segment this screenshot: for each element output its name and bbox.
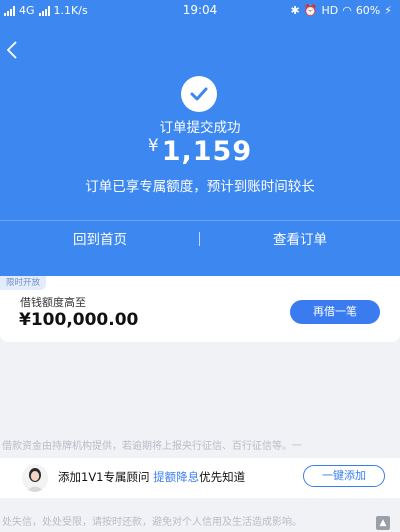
alarm-icon: ⏰	[303, 4, 318, 17]
limited-time-tag: 限时开放	[0, 276, 47, 290]
credit-limit-amount: ¥100,000.00	[19, 310, 139, 330]
borrow-again-button[interactable]: 再借一笔	[290, 300, 380, 324]
disclaimer: 借款资金由持牌机构提供，若逾期将上报央行征信、百行征信等。一	[2, 441, 302, 452]
amount-value: 1,159	[161, 136, 253, 167]
arrival-notice: 订单已享专属额度，预计到账时间较长	[85, 179, 315, 195]
add-advisor-button[interactable]: 一键添加	[303, 465, 385, 487]
order-amount: ¥1,159	[0, 136, 400, 167]
success-title: 订单提交成功	[159, 120, 241, 136]
bluetooth-icon: ✱	[290, 4, 300, 17]
wifi-icon: ◠	[342, 4, 352, 17]
disclaimer-line-2: 处失信，处处受限，请按时还款，避免对个人信用及生活造成影响。	[2, 517, 302, 528]
advisor-text: 添加1V1专属顾问 提额降息优先知道	[58, 469, 245, 485]
hd-badge: HD	[321, 4, 339, 17]
credit-limit-label: 借钱额度高至	[20, 296, 86, 309]
success-check-icon	[181, 76, 217, 112]
charging-icon: ⚡	[384, 4, 392, 17]
view-order-button[interactable]: 查看订单	[200, 222, 400, 258]
status-bar: 4G 1.1K/s 19:04 ✱ ⏰ HD ◠ 60% ⚡	[0, 0, 400, 22]
status-right: ✱ ⏰ HD ◠ 60% ⚡	[291, 4, 392, 17]
back-icon[interactable]	[4, 38, 22, 62]
scroll-top-icon[interactable]: ▲	[376, 516, 390, 530]
loan-offer-card: 限时开放 借钱额度高至 ¥100,000.00 再借一笔	[0, 276, 400, 342]
advisor-banner: 添加1V1专属顾问 提额降息优先知道 一键添加	[0, 458, 400, 498]
advisor-text-prefix: 添加1V1专属顾问	[58, 470, 154, 484]
advisor-text-suffix: 优先知道	[199, 470, 246, 484]
battery-level: 60%	[355, 4, 381, 17]
divider	[0, 220, 400, 221]
advisor-avatar	[22, 464, 48, 492]
back-home-button[interactable]: 回到首页	[0, 222, 200, 258]
currency-symbol: ¥	[147, 136, 159, 156]
header: 4G 1.1K/s 19:04 ✱ ⏰ HD ◠ 60% ⚡ 订单提交成功 ¥1…	[0, 0, 400, 276]
advisor-highlight: 提额降息	[153, 470, 200, 484]
